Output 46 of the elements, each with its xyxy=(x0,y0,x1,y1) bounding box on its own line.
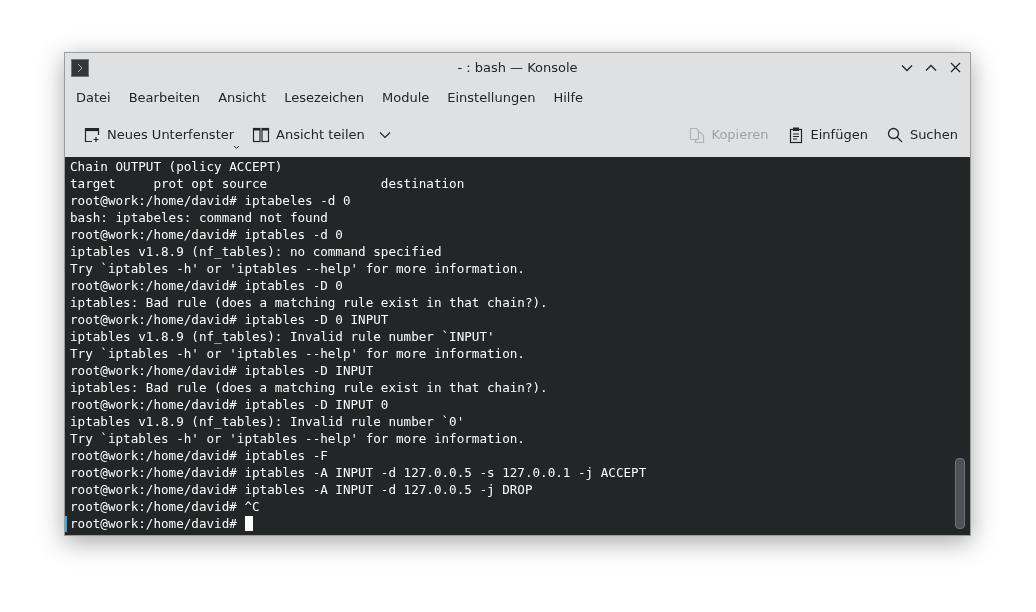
terminal-line: iptables v1.8.9 (nf_tables): Invalid rule number `INPUT' xyxy=(70,328,495,345)
caret-icon xyxy=(233,144,241,150)
search-icon xyxy=(885,125,904,144)
terminal-line: root@work:/home/david# iptables -d 0 xyxy=(70,226,343,243)
terminal-line: Chain OUTPUT (policy ACCEPT) xyxy=(70,158,283,175)
caret-icon[interactable] xyxy=(378,130,391,139)
terminal-line: root@work:/home/david# iptables -D 0 INPUT xyxy=(70,311,389,328)
terminal-line: target prot opt source destination xyxy=(70,175,465,192)
terminal-line: Try `iptables -h' or 'iptables --help' for more information. xyxy=(70,430,525,447)
toolbar-button[interactable]: Neues Unterfenster xyxy=(79,121,239,148)
terminal-icon xyxy=(71,58,89,77)
menu-item[interactable]: Ansicht xyxy=(209,89,276,105)
terminal-line: Try `iptables -h' or 'iptables --help' for more information. xyxy=(70,345,525,362)
window-title: - : bash — Konsole xyxy=(457,60,578,75)
terminal-line: root@work:/home/david# iptables -A INPUT -d 127.0.0.5 -j DROP xyxy=(70,481,533,498)
menu-item[interactable]: Hilfe xyxy=(544,89,592,105)
terminal-line: root@work:/home/david# xyxy=(70,515,253,532)
terminal-area[interactable] xyxy=(65,157,970,535)
terminal-line: root@work:/home/david# ^C xyxy=(70,498,260,515)
terminal-line: Try `iptables -h' or 'iptables --help' for more information. xyxy=(70,260,525,277)
toolbar-button[interactable]: Suchen xyxy=(881,121,962,148)
terminal-line: root@work:/home/david# iptables -A INPUT -d 127.0.0.5 -s 127.0.0.1 -j ACCEPT xyxy=(70,464,647,481)
terminal-line: root@work:/home/david# iptables -D INPUT xyxy=(70,362,374,379)
scrollbar-handle[interactable] xyxy=(955,458,965,529)
terminal-line: iptables v1.8.9 (nf_tables): no command specified xyxy=(70,243,442,260)
terminal-line: root@work:/home/david# iptabeles -d 0 xyxy=(70,192,351,209)
terminal-line: iptables v1.8.9 (nf_tables): Invalid rule number `0' xyxy=(70,413,465,430)
new-tab-icon xyxy=(83,125,101,144)
minimize-button[interactable] xyxy=(901,63,913,72)
menu-item[interactable]: Module xyxy=(373,89,439,105)
terminal-line: iptables: Bad rule (does a matching rule exist in that chain?). xyxy=(70,294,548,311)
menu-item[interactable]: Bearbeiten xyxy=(119,89,210,105)
menu-item[interactable]: Einstellungen xyxy=(438,89,545,105)
toolbar-button[interactable]: Ansicht teilen xyxy=(248,121,369,148)
copy-icon xyxy=(687,125,706,144)
toolbar-button[interactable]: Einfügen xyxy=(782,121,872,148)
terminal-line: root@work:/home/david# iptables -D INPUT 0 xyxy=(70,396,389,413)
terminal-line: root@work:/home/david# iptables -D 0 xyxy=(70,277,343,294)
menu-item[interactable]: Lesezeichen xyxy=(275,89,373,105)
terminal-line: iptables: Bad rule (does a matching rule exist in that chain?). xyxy=(70,379,548,396)
close-button[interactable] xyxy=(949,62,961,73)
menu-item[interactable]: Datei xyxy=(67,89,120,105)
maximize-button[interactable] xyxy=(925,63,937,72)
split-view-icon xyxy=(252,125,271,144)
terminal-line: bash: iptabeles: command not found xyxy=(70,209,328,226)
terminal-line: root@work:/home/david# iptables -F xyxy=(70,447,328,464)
